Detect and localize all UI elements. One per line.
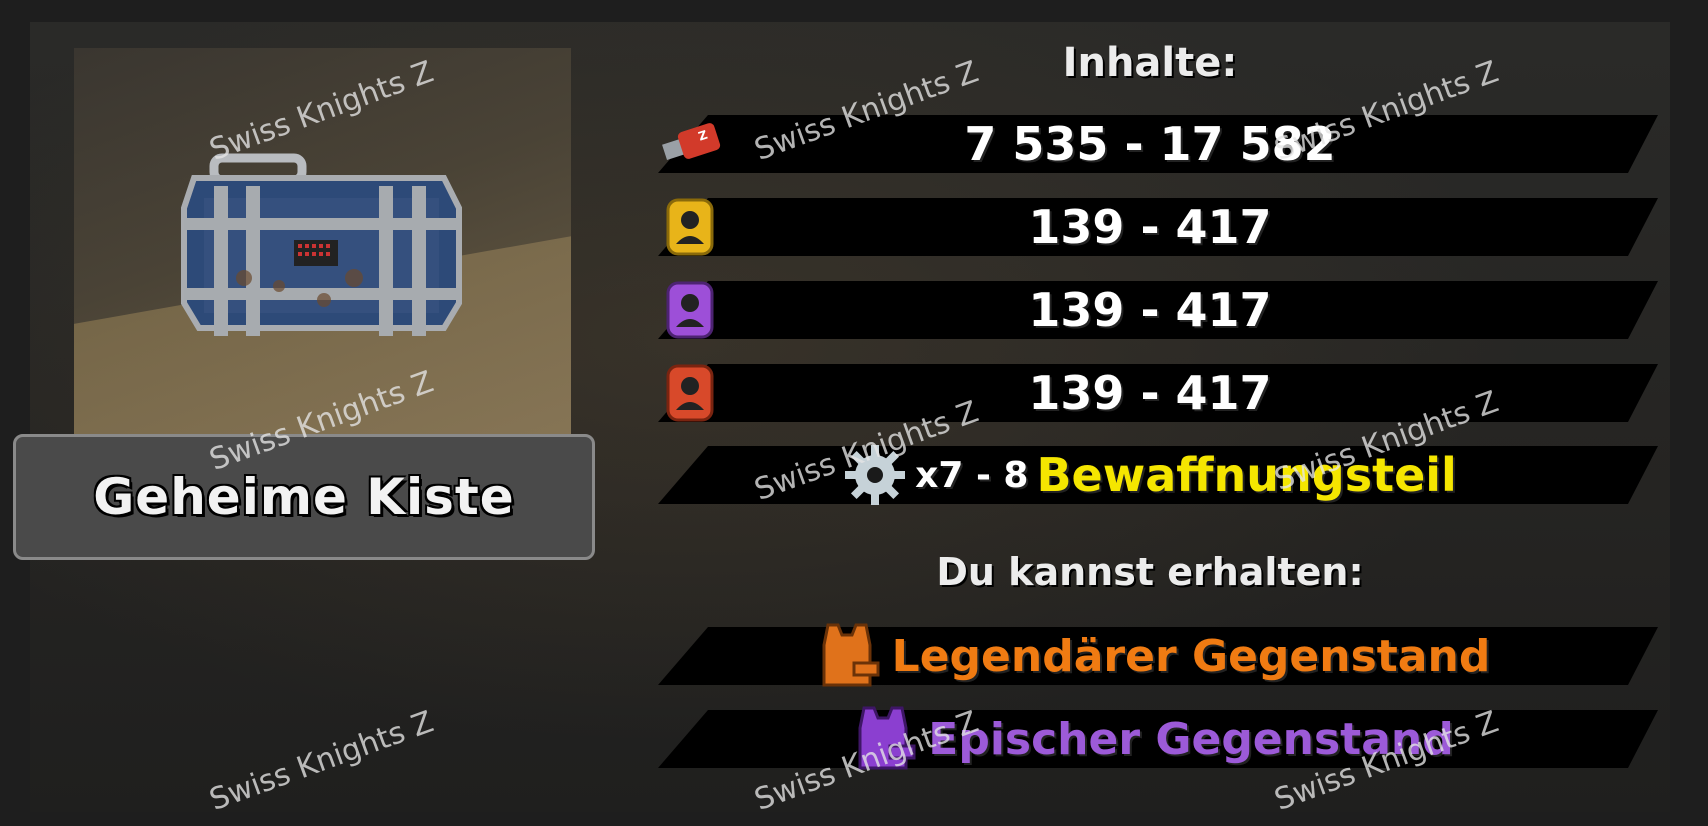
red-card-amount: 139 - 417 <box>1028 366 1272 420</box>
item-name: Geheime Kiste <box>93 468 515 526</box>
orange-vest-icon <box>822 623 880 687</box>
content-row-yellow-card: 139 - 417 <box>640 198 1660 256</box>
purple-vest-icon <box>858 706 916 770</box>
content-row-usb: Z 7 535 - 17 582 <box>640 115 1660 173</box>
content-row-red-card: 139 - 417 <box>640 364 1660 422</box>
content-row-gear: x7 - 8 Bewaffnungsteil <box>640 445 1660 505</box>
gear-quantity: x7 - 8 <box>915 454 1029 496</box>
purple-card-amount: 139 - 417 <box>1028 283 1272 337</box>
gear-icon <box>845 445 906 505</box>
possible-row-legendary: Legendärer Gegenstand <box>640 623 1660 687</box>
epic-item-label: Epischer Gegenstand <box>928 713 1454 765</box>
item-name-plate: Geheime Kiste <box>13 434 595 560</box>
secret-case-icon <box>181 153 462 336</box>
yellow-card-amount: 139 - 417 <box>1028 200 1272 254</box>
gear-name: Bewaffnungsteil <box>1036 448 1457 502</box>
item-preview <box>74 48 571 438</box>
content-row-purple-card: 139 - 417 <box>640 281 1660 339</box>
possible-row-epic: Epischer Gegenstand <box>640 706 1660 770</box>
usb-amount: 7 535 - 17 582 <box>964 117 1336 171</box>
legendary-item-label: Legendärer Gegenstand <box>891 630 1491 682</box>
possible-heading: Du kannst erhalten: <box>936 550 1364 594</box>
contents-heading: Inhalte: <box>1062 40 1238 86</box>
